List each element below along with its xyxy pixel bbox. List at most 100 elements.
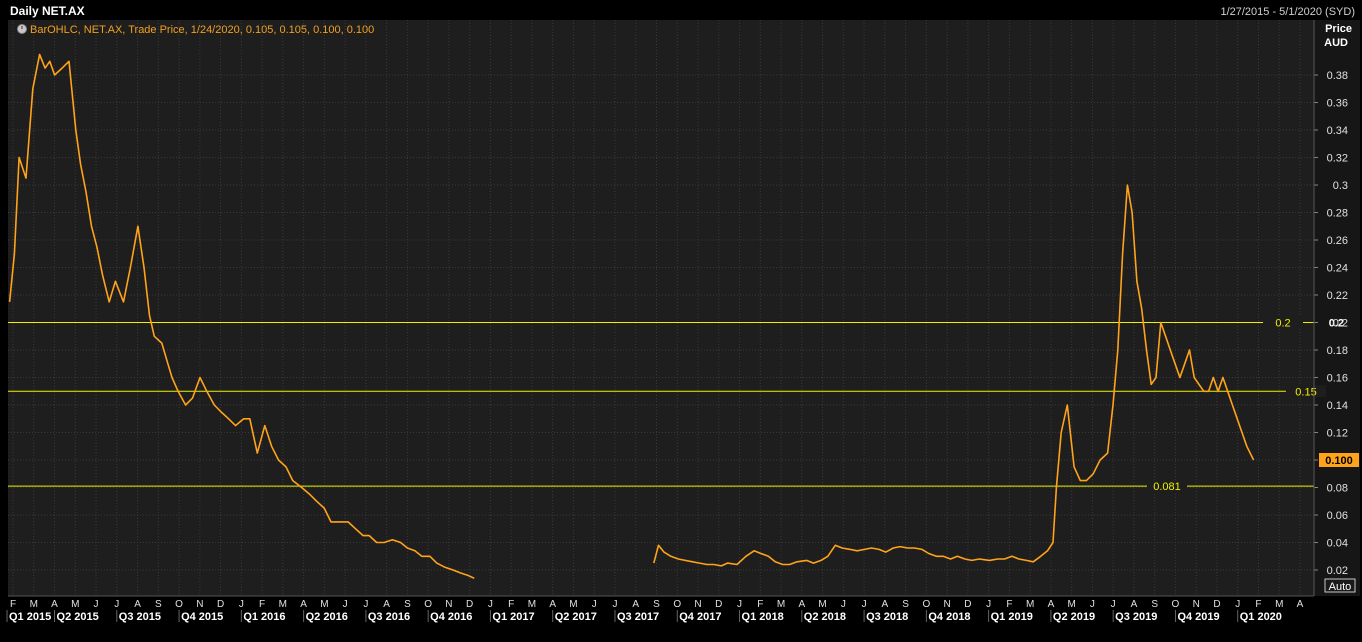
legend-text: BarOHLC, NET.AX, Trade Price, 1/24/2020,…	[30, 24, 374, 36]
x-quarter-label: Q1 2017	[492, 611, 534, 623]
y-tick-label: 0.12	[1327, 428, 1348, 440]
x-month-label: M	[1026, 599, 1034, 610]
x-month-label: D	[715, 599, 722, 610]
x-month-label: A	[51, 599, 58, 610]
x-quarter-label: Q2 2017	[555, 611, 597, 623]
x-month-label: F	[10, 599, 16, 610]
level-label: 0.081	[1153, 481, 1181, 493]
x-month-label: F	[757, 599, 763, 610]
x-month-label: N	[1193, 599, 1200, 610]
x-month-label: J	[1235, 599, 1240, 610]
legend[interactable]: BarOHLC, NET.AX, Trade Price, 1/24/2020,…	[17, 24, 375, 36]
y-tick-label: 0.14	[1327, 400, 1348, 412]
x-quarter-label: Q4 2019	[1177, 611, 1219, 623]
x-quarter-label: Q1 2015	[9, 611, 51, 623]
x-month-label: O	[1172, 599, 1180, 610]
x-quarter-label: Q3 2017	[617, 611, 659, 623]
x-month-label: F	[259, 599, 265, 610]
y-axis-title-price: Price	[1325, 23, 1352, 35]
x-month-label: M	[818, 599, 826, 610]
y-axis-title-currency: AUD	[1324, 37, 1348, 49]
x-quarter-labels: Q1 2015 Q2 2015 Q3 2015 Q4 2015 Q1 2016 Q2 20…	[6, 610, 1282, 623]
x-month-label: J	[94, 599, 99, 610]
x-month-label: N	[694, 599, 701, 610]
x-month-label: A	[549, 599, 556, 610]
x-month-label: N	[445, 599, 452, 610]
x-quarter-label: Q2 2019	[1053, 611, 1095, 623]
x-month-label: A	[798, 599, 805, 610]
chart-canvas: 0.2 0.2 0.15 0.081 0.38 0.36 0.34 0.32 0.3 0.28 0…	[0, 0, 1362, 642]
x-month-label: D	[217, 599, 224, 610]
x-month-label: J	[239, 599, 244, 610]
x-quarter-label: Q2 2018	[804, 611, 846, 623]
y-tick-label: 0.34	[1327, 125, 1348, 137]
x-month-label: N	[196, 599, 203, 610]
x-month-label: F	[1006, 599, 1012, 610]
y-tick-label: 0.36	[1327, 98, 1348, 110]
x-month-label: M	[30, 599, 38, 610]
x-quarter-label: Q3 2016	[368, 611, 410, 623]
x-quarter-label: Q2 2015	[57, 611, 99, 623]
auto-button-label: Auto	[1329, 581, 1352, 593]
x-month-label: M	[1067, 599, 1075, 610]
y-tick-label: 0.24	[1327, 263, 1348, 275]
y-tick-label: 0.04	[1327, 538, 1348, 550]
y-tick-label: 0.2	[1333, 318, 1348, 330]
x-month-label: M	[320, 599, 328, 610]
y-tick-label: 0.38	[1327, 70, 1348, 82]
x-quarter-label: Q4 2015	[181, 611, 223, 623]
x-month-label: M	[777, 599, 785, 610]
x-month-label: J	[488, 599, 493, 610]
x-quarter-label: Q3 2015	[119, 611, 161, 623]
x-month-label: D	[1213, 599, 1220, 610]
x-month-label: J	[114, 599, 119, 610]
x-month-label: J	[612, 599, 617, 610]
last-price-marker: 0.100	[1319, 453, 1359, 467]
x-month-label: J	[343, 599, 348, 610]
x-quarter-label: Q4 2017	[679, 611, 721, 623]
x-month-label: A	[1297, 599, 1304, 610]
x-month-label: O	[922, 599, 930, 610]
x-month-label: S	[1151, 599, 1158, 610]
x-month-label: A	[632, 599, 639, 610]
x-month-label: M	[569, 599, 577, 610]
level-label: 0.2	[1275, 318, 1290, 330]
x-quarter-label: Q3 2018	[866, 611, 908, 623]
x-month-label: S	[155, 599, 162, 610]
plot-area	[8, 20, 1314, 596]
x-month-label: A	[383, 599, 390, 610]
y-tick-label: 0.08	[1327, 483, 1348, 495]
x-quarter-label: Q1 2020	[1240, 611, 1282, 623]
y-tick-label: 0.32	[1327, 153, 1348, 165]
x-month-label: N	[943, 599, 950, 610]
x-month-label: O	[175, 599, 183, 610]
x-month-label: J	[592, 599, 597, 610]
x-month-label: M	[279, 599, 287, 610]
auto-scale-button[interactable]: Auto	[1324, 578, 1356, 593]
y-tick-label: 0.06	[1327, 510, 1348, 522]
y-tick-label: 0.3	[1333, 180, 1348, 192]
y-tick-label: 0.18	[1327, 345, 1348, 357]
x-month-label: J	[841, 599, 846, 610]
x-month-label: A	[300, 599, 307, 610]
x-month-label: A	[882, 599, 889, 610]
x-month-label: F	[1255, 599, 1261, 610]
x-month-label: M	[71, 599, 79, 610]
x-month-label: J	[1090, 599, 1095, 610]
y-tick-label: 0.02	[1327, 565, 1348, 577]
x-month-label: S	[653, 599, 660, 610]
x-month-label: O	[424, 599, 432, 610]
y-tick-label: 0.28	[1327, 208, 1348, 220]
x-quarter-label: Q4 2018	[928, 611, 970, 623]
x-quarter-label: Q4 2016	[430, 611, 472, 623]
x-month-label: F	[508, 599, 514, 610]
x-month-label: D	[964, 599, 971, 610]
x-month-label: J	[1111, 599, 1116, 610]
x-month-label: S	[902, 599, 909, 610]
level-label: 0.15	[1295, 386, 1316, 398]
x-month-label: M	[1275, 599, 1283, 610]
x-quarter-label: Q1 2018	[742, 611, 784, 623]
x-quarter-label: Q1 2019	[991, 611, 1033, 623]
x-month-label: S	[404, 599, 411, 610]
x-quarter-label: Q2 2016	[306, 611, 348, 623]
